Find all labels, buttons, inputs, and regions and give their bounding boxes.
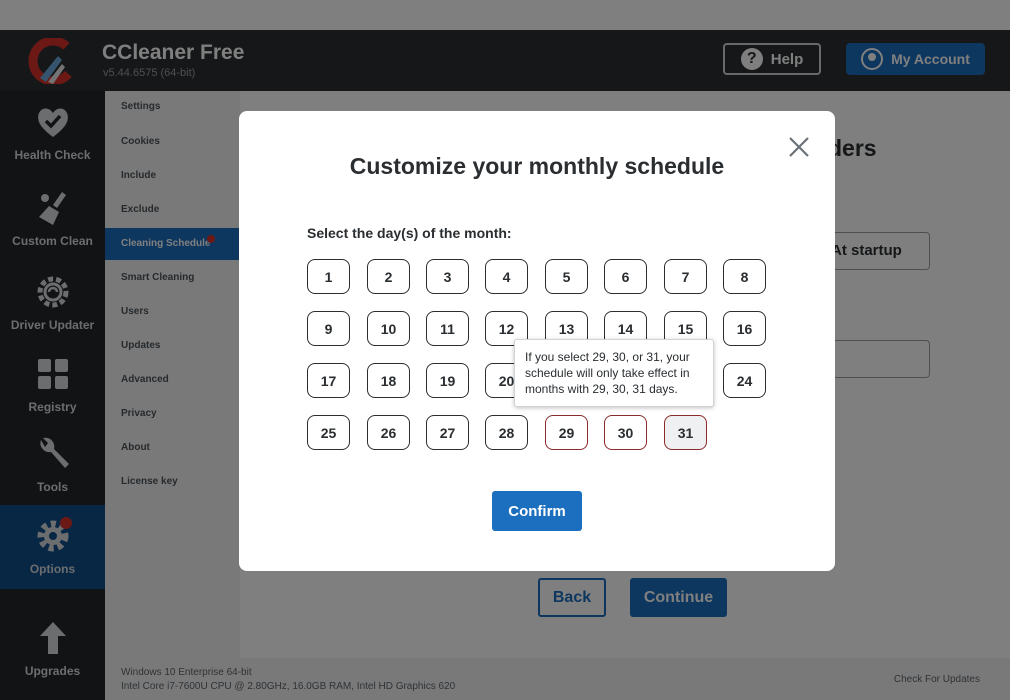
day-button-28[interactable]: 28 (485, 415, 528, 450)
confirm-button[interactable]: Confirm (492, 491, 582, 531)
day-button-5[interactable]: 5 (545, 259, 588, 294)
day-select-prompt: Select the day(s) of the month: (307, 225, 512, 241)
dialog-title: Customize your monthly schedule (349, 153, 725, 179)
day-button-10[interactable]: 10 (367, 311, 410, 346)
monthly-schedule-dialog: Customize your monthly schedule Select t… (239, 111, 835, 571)
day-button-26[interactable]: 26 (367, 415, 410, 450)
day-button-2[interactable]: 2 (367, 259, 410, 294)
day-button-6[interactable]: 6 (604, 259, 647, 294)
window-top-strip (0, 0, 1010, 30)
day-button-16[interactable]: 16 (723, 311, 766, 346)
day-button-30[interactable]: 30 (604, 415, 647, 450)
day-button-29[interactable]: 29 (545, 415, 588, 450)
day-button-9[interactable]: 9 (307, 311, 350, 346)
day-button-4[interactable]: 4 (485, 259, 528, 294)
day-button-8[interactable]: 8 (723, 259, 766, 294)
day-button-17[interactable]: 17 (307, 363, 350, 398)
day-button-11[interactable]: 11 (426, 311, 469, 346)
day-button-25[interactable]: 25 (307, 415, 350, 450)
day-button-27[interactable]: 27 (426, 415, 469, 450)
day-button-7[interactable]: 7 (664, 259, 707, 294)
day-button-1[interactable]: 1 (307, 259, 350, 294)
day-button-19[interactable]: 19 (426, 363, 469, 398)
day-button-24[interactable]: 24 (723, 363, 766, 398)
close-icon[interactable] (788, 136, 810, 158)
day-button-31[interactable]: 31 (664, 415, 707, 450)
day-button-18[interactable]: 18 (367, 363, 410, 398)
day-button-3[interactable]: 3 (426, 259, 469, 294)
day-limit-tooltip: If you select 29, 30, or 31, your schedu… (514, 339, 714, 407)
